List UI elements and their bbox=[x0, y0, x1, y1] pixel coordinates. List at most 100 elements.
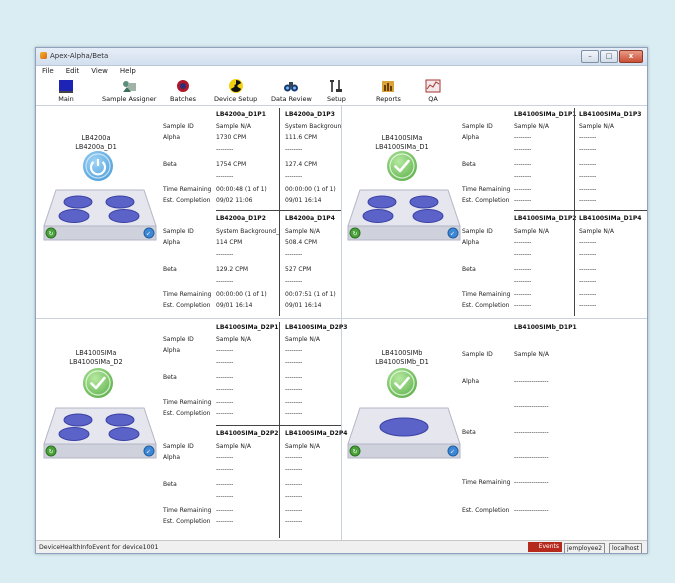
panel-divider bbox=[279, 322, 280, 538]
value-est-completion: -------- bbox=[285, 410, 303, 417]
value-beta: 527 CPM bbox=[285, 266, 312, 273]
svg-text:✓: ✓ bbox=[450, 449, 455, 456]
app-window: Apex-Alpha/Beta – □ x File Edit View Hel… bbox=[35, 47, 648, 554]
menu-edit[interactable]: Edit bbox=[66, 67, 80, 75]
ok-status-icon[interactable] bbox=[387, 368, 417, 398]
label-beta: Beta bbox=[462, 429, 476, 436]
value-time-remaining: -------- bbox=[579, 291, 597, 298]
panel-header-d1p2: LB4100SIMa_D1P2 bbox=[514, 215, 577, 222]
toolbar-setup-button[interactable]: Setup bbox=[327, 78, 346, 103]
label-alpha: Alpha bbox=[163, 239, 181, 246]
panel-header-d1p4: LB4100SIMa_D1P4 bbox=[579, 215, 642, 222]
menu-view[interactable]: View bbox=[91, 67, 108, 75]
label-beta: Beta bbox=[163, 266, 177, 273]
label-sample-id: Sample ID bbox=[163, 228, 194, 235]
toolbar-reports-button[interactable]: Reports bbox=[376, 78, 401, 103]
panel-header-d2p3: LB4100SIMa_D2P3 bbox=[285, 324, 348, 331]
label-alpha: Alpha bbox=[163, 454, 181, 461]
toolbar: Main Sample Assigner Batches Device Setu… bbox=[36, 77, 647, 106]
value-alpha: 114 CPM bbox=[216, 239, 243, 246]
toolbar-device-setup-button[interactable]: Device Setup bbox=[214, 78, 257, 103]
label-sample-id: Sample ID bbox=[462, 228, 493, 235]
app-icon bbox=[40, 52, 47, 59]
value-beta: -------- bbox=[285, 481, 303, 488]
sample-tray-single: ↻ ✓ bbox=[346, 406, 462, 468]
value-beta-secondary: -------- bbox=[216, 278, 234, 285]
ok-status-icon[interactable] bbox=[83, 368, 113, 398]
value-time-remaining: -------- bbox=[285, 399, 303, 406]
value-alpha-secondary: -------- bbox=[216, 146, 234, 153]
label-time-remaining: Time Remaining bbox=[462, 186, 511, 193]
value-beta-secondary: -------- bbox=[216, 386, 234, 393]
value-sample-id: Sample N/A bbox=[285, 443, 321, 450]
toolbar-batches-button[interactable]: Batches bbox=[170, 78, 196, 103]
value-beta-secondary: -------- bbox=[514, 278, 532, 285]
panel-header-d1p1: LB4100SIMa_D1P1 bbox=[514, 111, 577, 118]
svg-text:✓: ✓ bbox=[146, 449, 151, 456]
maximize-button[interactable]: □ bbox=[600, 50, 618, 63]
toolbar-qa-button[interactable]: QA bbox=[425, 78, 441, 103]
label-sample-id: Sample ID bbox=[462, 123, 493, 130]
label-beta: Beta bbox=[163, 481, 177, 488]
power-status-icon[interactable] bbox=[83, 151, 113, 181]
menu-help[interactable]: Help bbox=[120, 67, 136, 75]
value-beta: ---------------- bbox=[514, 429, 549, 436]
value-est-completion: 09/01 16:14 bbox=[285, 197, 322, 204]
device-name: LB4200a LB4200a_D1 bbox=[75, 134, 117, 151]
radiation-icon bbox=[228, 78, 244, 94]
value-alpha: -------- bbox=[514, 239, 532, 246]
menu-file[interactable]: File bbox=[42, 67, 54, 75]
events-label: Events bbox=[538, 543, 559, 550]
host-label: localhost bbox=[609, 543, 642, 553]
value-est-completion: -------- bbox=[285, 518, 303, 525]
label-beta: Beta bbox=[163, 161, 177, 168]
label-alpha: Alpha bbox=[163, 134, 181, 141]
value-alpha-secondary: -------- bbox=[285, 251, 303, 258]
label-est-completion: Est. Completion bbox=[163, 518, 211, 525]
value-beta-secondary: -------- bbox=[216, 173, 234, 180]
value-beta-secondary: ---------------- bbox=[514, 454, 549, 461]
label-beta: Beta bbox=[462, 266, 476, 273]
label-beta: Beta bbox=[462, 161, 476, 168]
svg-text:↻: ↻ bbox=[353, 449, 358, 456]
value-sample-id: Sample N/A bbox=[216, 336, 252, 343]
panel-divider bbox=[216, 425, 341, 426]
value-time-remaining: 00:00:48 (1 of 1) bbox=[216, 186, 267, 193]
ok-status-icon[interactable] bbox=[387, 151, 417, 181]
label-alpha: Alpha bbox=[462, 378, 480, 385]
toolbar-data-review-button[interactable]: Data Review bbox=[271, 78, 312, 103]
value-beta: -------- bbox=[514, 161, 532, 168]
reports-icon bbox=[380, 78, 396, 94]
events-button[interactable]: Events bbox=[528, 542, 562, 552]
label-time-remaining: Time Remaining bbox=[462, 291, 511, 298]
close-button[interactable]: x bbox=[619, 50, 643, 63]
toolbar-main-button[interactable]: Main bbox=[58, 78, 74, 103]
label-alpha: Alpha bbox=[163, 347, 181, 354]
value-sample-id: Sample N/A bbox=[514, 123, 550, 130]
svg-text:↻: ↻ bbox=[353, 231, 358, 238]
minimize-button[interactable]: – bbox=[581, 50, 599, 63]
toolbar-sample-assigner-button[interactable]: Sample Assigner bbox=[102, 78, 156, 103]
device-name: LB4100SIMb LB4100SIMb_D1 bbox=[375, 349, 429, 366]
value-est-completion: 09/01 16:14 bbox=[216, 302, 253, 309]
label-time-remaining: Time Remaining bbox=[163, 291, 212, 298]
value-alpha: 1730 CPM bbox=[216, 134, 247, 141]
sample-assigner-icon bbox=[121, 78, 137, 94]
value-time-remaining: 00:07:51 (1 of 1) bbox=[285, 291, 336, 298]
value-est-completion: 09/01 16:14 bbox=[285, 302, 322, 309]
panel-header-d1p3: LB4100SIMa_D1P3 bbox=[579, 111, 642, 118]
device-name: LB4100SIMa LB4100SIMa_D2 bbox=[69, 349, 123, 366]
value-beta: 1754 CPM bbox=[216, 161, 247, 168]
value-alpha-secondary: -------- bbox=[514, 146, 532, 153]
value-sample-id: Sample N/A bbox=[579, 123, 615, 130]
sample-tray: ↻ ✓ bbox=[42, 406, 158, 468]
value-alpha-secondary: -------- bbox=[285, 359, 303, 366]
panel-header-d1p2: LB4200a_D1P2 bbox=[216, 215, 266, 222]
panel-header-d2p4: LB4100SIMa_D2P4 bbox=[285, 430, 348, 437]
label-sample-id: Sample ID bbox=[163, 123, 194, 130]
user-label: jemployee2 bbox=[564, 543, 606, 553]
label-est-completion: Est. Completion bbox=[163, 197, 211, 204]
value-est-completion: -------- bbox=[579, 197, 597, 204]
value-sample-id: Sample N/A bbox=[216, 443, 252, 450]
value-time-remaining: 00:00:00 (1 of 1) bbox=[285, 186, 336, 193]
